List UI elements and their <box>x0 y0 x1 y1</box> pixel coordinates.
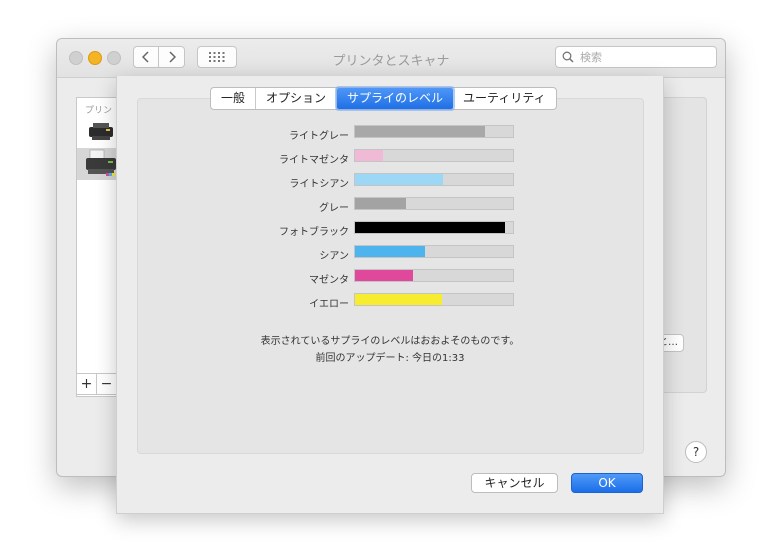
supply-level-bar <box>354 173 514 186</box>
printer-icon <box>86 149 116 176</box>
supply-level-bar <box>354 245 514 258</box>
supply-row-photo-black: フォトブラック <box>117 219 663 243</box>
search-field[interactable]: 検索 <box>555 46 717 68</box>
supply-level-fill <box>355 126 485 137</box>
supply-row-light-cyan: ライトシアン <box>117 171 663 195</box>
supply-row-cyan: シアン <box>117 243 663 267</box>
supply-name: ライトマゼンタ <box>279 155 349 166</box>
search-placeholder: 検索 <box>580 51 602 64</box>
add-printer-button[interactable]: + <box>77 374 97 394</box>
cancel-button[interactable]: キャンセル <box>471 473 558 493</box>
supply-row-light-magenta: ライトマゼンタ <box>117 147 663 171</box>
remove-printer-button[interactable]: − <box>97 374 117 394</box>
supply-level-bar <box>354 125 514 138</box>
supply-row-gray: グレー <box>117 195 663 219</box>
supply-level-fill <box>355 198 406 209</box>
supply-name: マゼンタ <box>309 275 349 286</box>
title-bar: プリンタとスキャナ 検索 <box>57 39 725 78</box>
supply-name: グレー <box>319 203 349 214</box>
printer-icon <box>89 123 113 140</box>
supply-level-fill <box>355 174 444 185</box>
supply-level-fill <box>355 150 384 161</box>
supply-level-bar <box>354 149 514 162</box>
help-button[interactable]: ? <box>685 441 707 463</box>
tab-general[interactable]: 一般 <box>211 88 257 109</box>
printer-options-sheet: 一般 オプション サプライのレベル ユーティリティ ライトグレー ライトマゼンタ… <box>116 76 664 514</box>
ok-button[interactable]: OK <box>571 473 643 493</box>
search-icon <box>562 51 574 63</box>
supply-level-fill <box>355 270 414 281</box>
last-updated-note: 前回のアップデート: 今日の1:33 <box>315 353 465 364</box>
supply-level-bar <box>354 293 514 306</box>
supply-level-bar <box>354 269 514 282</box>
supply-level-bar <box>354 221 514 234</box>
supply-row-yellow: イエロー <box>117 291 663 315</box>
tab-bar: 一般 オプション サプライのレベル ユーティリティ <box>210 87 557 110</box>
supply-level-fill <box>355 246 425 257</box>
tab-utility[interactable]: ユーティリティ <box>453 88 556 109</box>
supply-name: ライトシアン <box>289 179 349 190</box>
supply-name: イエロー <box>309 299 349 310</box>
add-remove-controls: + − <box>76 373 118 395</box>
tab-supply-levels[interactable]: サプライのレベル <box>337 88 454 109</box>
supply-level-fill <box>355 294 442 305</box>
supply-level-list: ライトグレー ライトマゼンタ ライトシアン グレー フォトブラック シアン マゼ… <box>117 123 663 315</box>
supply-row-light-gray: ライトグレー <box>117 123 663 147</box>
tab-options[interactable]: オプション <box>256 88 338 109</box>
supply-name: フォトブラック <box>279 227 349 238</box>
approximate-levels-note: 表示されているサプライのレベルはおおよそのものです。 <box>260 336 520 347</box>
supply-level-bar <box>354 197 514 210</box>
supply-level-fill <box>355 222 506 233</box>
supply-name: ライトグレー <box>289 131 349 142</box>
supply-name: シアン <box>319 251 349 262</box>
supply-row-magenta: マゼンタ <box>117 267 663 291</box>
